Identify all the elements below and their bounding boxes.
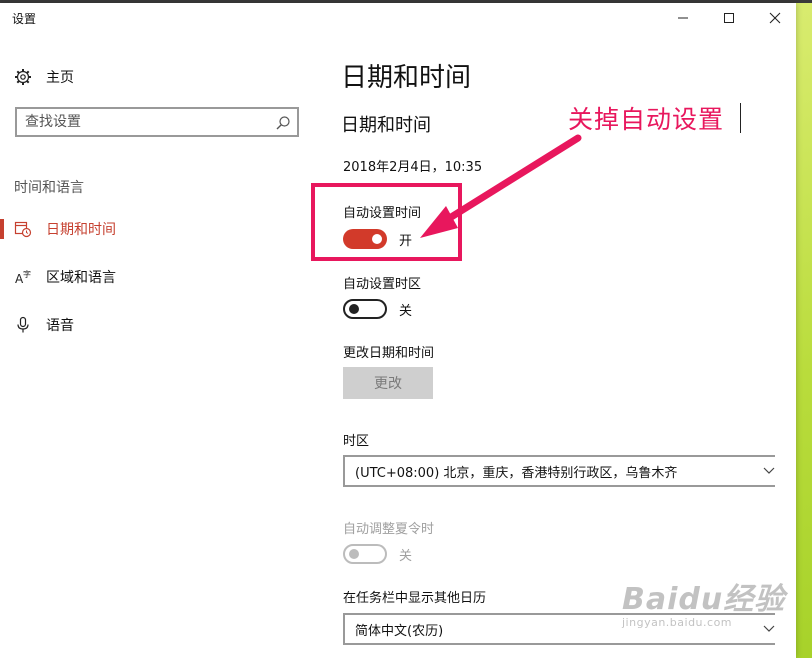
sidebar-item-speech[interactable]: 语音 [0,311,300,339]
auto-timezone-label: 自动设置时区 [343,277,422,292]
toggle-knob [349,549,359,559]
close-icon [769,12,781,24]
sidebar-item-region-language[interactable]: A 字 区域和语言 [0,263,300,291]
auto-timezone-row: 关 [343,298,412,320]
maximize-button[interactable] [706,3,752,33]
change-datetime-label: 更改日期和时间 [343,346,435,361]
chevron-down-icon [763,467,775,474]
svg-text:字: 字 [23,269,31,279]
dst-label: 自动调整夏令时 [343,522,435,537]
minimize-button[interactable] [660,3,706,33]
gear-icon [14,68,32,86]
sidebar-item-label: 区域和语言 [46,270,116,286]
extra-calendar-label: 在任务栏中显示其他日历 [343,591,487,606]
watermark-logo: Baidu经验 [622,582,786,617]
timezone-select[interactable]: (UTC+08:00) 北京，重庆，香港特别行政区，乌鲁木齐 [343,455,775,487]
search-icon[interactable] [275,115,291,131]
timezone-label: 时区 [343,434,370,449]
dst-row: 关 [343,543,412,565]
text-cursor [740,103,741,133]
dst-toggle[interactable] [343,544,387,564]
watermark: Baidu经验 jingyan.baidu.com [622,574,785,629]
page-title: 日期和时间 [341,63,472,93]
change-datetime-button[interactable]: 更改 [343,367,433,399]
search-input[interactable] [25,113,265,131]
auto-timezone-state: 关 [399,303,413,319]
minimize-icon [678,17,688,19]
toggle-knob [349,304,359,314]
sidebar-item-label: 语音 [46,318,74,334]
sidebar-item-date-time[interactable]: 日期和时间 [0,215,300,243]
annotation-text: 关掉自动设置 [568,105,725,134]
language-icon: A 字 [14,268,32,286]
window-title: 设置 [12,12,37,26]
close-button[interactable] [752,3,796,33]
search-box[interactable] [15,107,299,137]
timezone-value: (UTC+08:00) 北京，重庆，香港特别行政区，乌鲁木齐 [355,465,678,481]
annotation-highlight-box [311,183,462,261]
current-datetime: 2018年2月4日，10:35 [343,160,483,175]
section-title: 日期和时间 [341,115,431,136]
title-bar: 设置 [0,3,796,33]
extra-calendar-value: 简体中文(农历) [355,623,444,639]
microphone-icon [14,316,32,334]
dst-state: 关 [399,548,413,564]
section-label: 时间和语言 [14,180,84,196]
maximize-icon [724,13,734,23]
sidebar-item-label: 主页 [46,70,74,86]
calendar-clock-icon [14,220,32,238]
sidebar-item-label: 日期和时间 [46,222,116,238]
sidebar-item-home[interactable]: 主页 [14,65,74,89]
auto-timezone-toggle[interactable] [343,299,387,319]
